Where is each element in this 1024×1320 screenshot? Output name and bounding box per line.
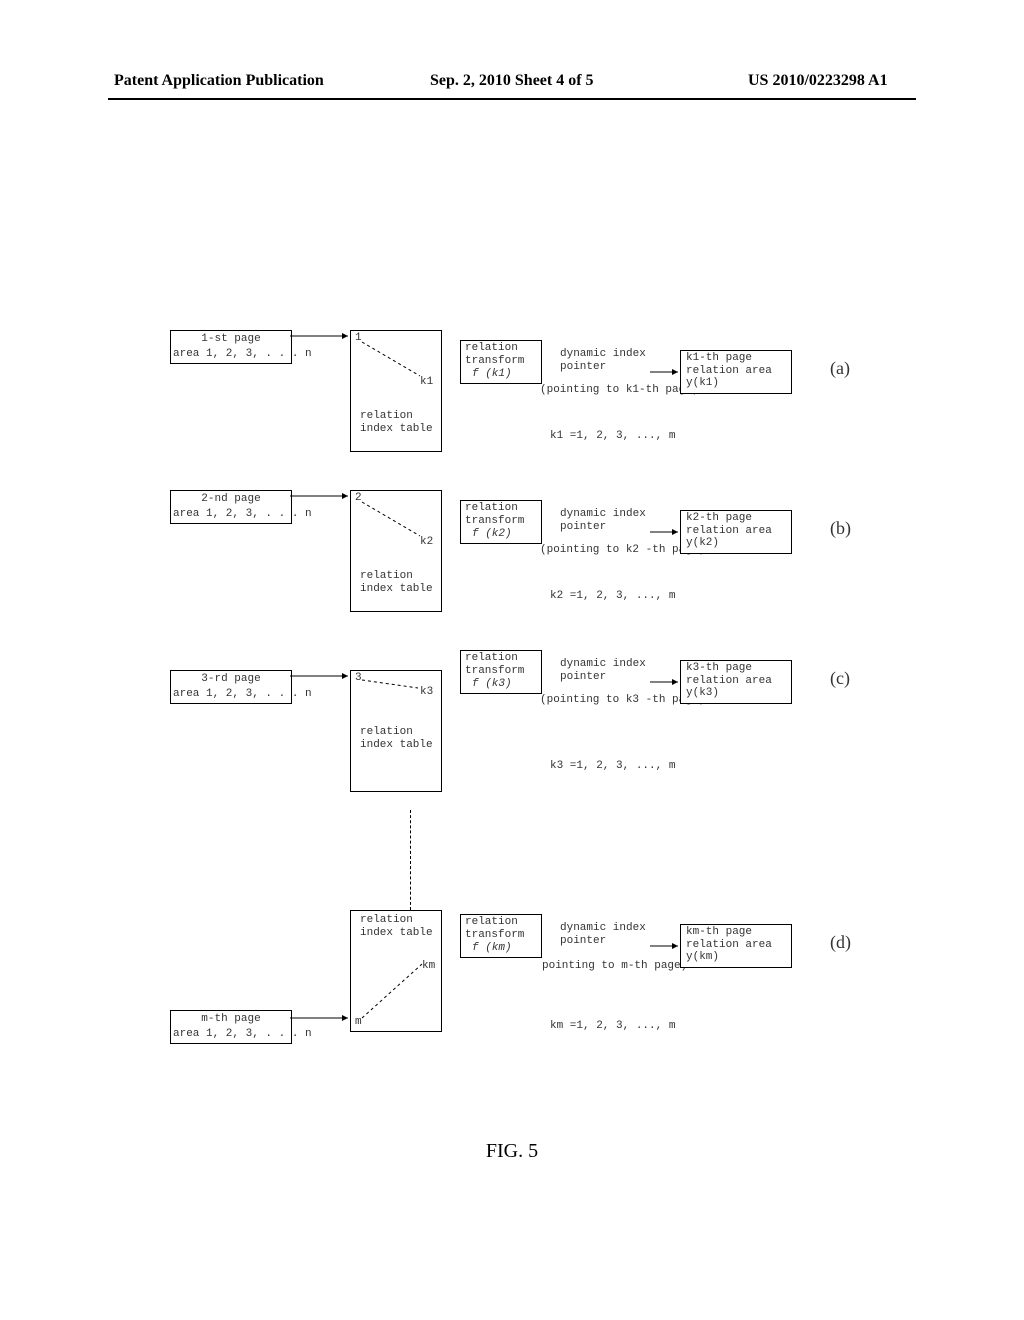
relation-index-label: relation index table <box>360 726 433 751</box>
row-marker: (b) <box>830 518 851 539</box>
page-box: 1-st page area 1, 2, 3, . . . n <box>170 330 292 364</box>
header-right: US 2010/0223298 A1 <box>748 72 888 90</box>
ellipsis-line <box>410 810 411 910</box>
page-box: 3-rd page area 1, 2, 3, . . . n <box>170 670 292 704</box>
row-marker: (c) <box>830 668 850 689</box>
figure-caption: FIG. 5 <box>0 1140 1024 1163</box>
diagram-row-d: relation index table km m relation trans… <box>150 910 880 1080</box>
header-center: Sep. 2, 2010 Sheet 4 of 5 <box>430 72 594 90</box>
diagram-row-a: 1-st page area 1, 2, 3, . . . n 1 k1 rel… <box>150 330 880 480</box>
page-box: 2-nd page area 1, 2, 3, . . . n <box>170 490 292 524</box>
header-left: Patent Application Publication <box>114 72 324 90</box>
row-marker: (a) <box>830 358 850 379</box>
row-marker: (d) <box>830 932 851 953</box>
diagram-row-c: 3-rd page area 1, 2, 3, . . . n 3 k3 rel… <box>150 650 880 800</box>
diagram-row-b: 2-nd page area 1, 2, 3, . . . n 2 k2 rel… <box>150 490 880 640</box>
header-rule <box>108 98 916 100</box>
relation-index-label: relation index table <box>360 410 433 435</box>
page-box: m-th page area 1, 2, 3, . . . n <box>170 1010 292 1044</box>
relation-index-label: relation index table <box>360 570 433 595</box>
relation-index-label: relation index table <box>360 914 433 939</box>
